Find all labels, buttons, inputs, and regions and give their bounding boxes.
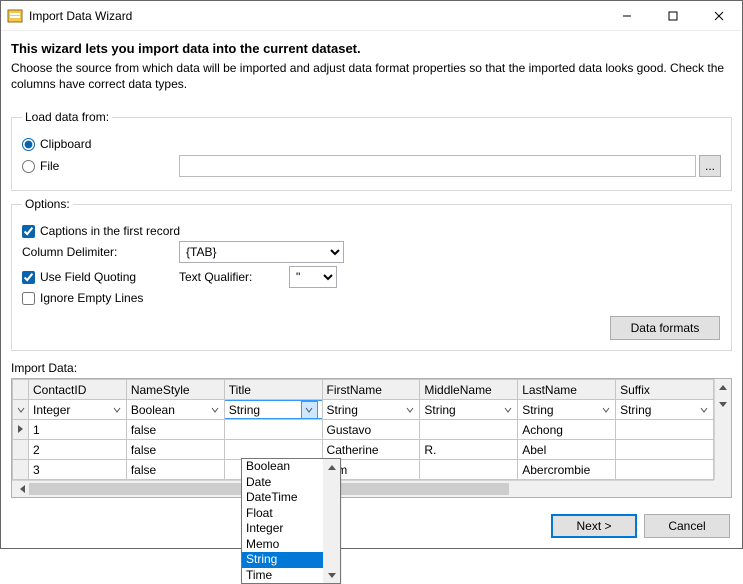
data-cell[interactable] [616,420,714,440]
check-captions-input[interactable] [22,225,35,238]
data-cell[interactable] [616,460,714,480]
column-header[interactable]: Suffix [616,380,714,400]
check-ignore-empty-label: Ignore Empty Lines [40,291,143,305]
check-quoting-input[interactable] [22,271,35,284]
load-data-group: Load data from: Clipboard File ... [11,110,732,191]
options-legend: Options: [22,197,73,211]
column-header[interactable]: LastName [518,380,616,400]
data-cell[interactable]: Achong [518,420,616,440]
check-quoting-label: Use Field Quoting [40,270,136,284]
window-title: Import Data Wizard [29,9,604,23]
data-cell[interactable] [224,440,322,460]
load-data-legend: Load data from: [22,110,112,124]
wizard-heading: This wizard lets you import data into th… [1,31,742,104]
type-select[interactable]: Boolean [127,400,224,419]
type-dropdown[interactable]: BooleanDateDateTimeFloatIntegerMemoStrin… [241,458,341,584]
row-indicator [13,400,29,420]
dropdown-scroll-down-icon[interactable] [323,567,340,583]
type-select[interactable]: String [518,400,615,419]
type-select[interactable]: String [616,400,713,419]
maximize-button[interactable] [650,1,696,31]
text-qualifier-label: Text Qualifier: [179,270,289,284]
data-cell[interactable]: Abercrombie [518,460,616,480]
app-icon [7,8,23,24]
next-button[interactable]: Next > [551,514,637,538]
radio-file-input[interactable] [22,160,35,173]
column-header[interactable]: Title [224,380,322,400]
scroll-left-icon[interactable] [12,481,29,497]
row-indicator [13,460,29,480]
data-cell[interactable]: 2 [29,440,127,460]
type-select[interactable]: String [420,400,517,419]
data-formats-button[interactable]: Data formats [610,316,720,340]
row-indicator [13,440,29,460]
data-cell[interactable]: R. [420,440,518,460]
column-delimiter-select[interactable]: {TAB} [179,241,344,263]
type-select[interactable]: String [323,400,420,419]
row-indicator [13,420,29,440]
data-cell[interactable]: 3 [29,460,127,480]
column-header[interactable]: MiddleName [420,380,518,400]
titlebar: Import Data Wizard [1,1,742,31]
column-delimiter-label: Column Delimiter: [22,245,179,259]
data-cell[interactable]: Catherine [322,440,420,460]
radio-clipboard-label: Clipboard [40,137,91,151]
check-quoting[interactable]: Use Field Quoting [22,270,179,284]
grid-vscroll[interactable] [714,379,731,480]
check-ignore-empty-input[interactable] [22,292,35,305]
type-select[interactable]: Integer [29,400,126,419]
wizard-footer: Next > Cancel [1,504,742,548]
data-cell[interactable]: Abel [518,440,616,460]
data-cell[interactable]: false [126,420,224,440]
type-select[interactable]: String [224,400,322,419]
import-data-label: Import Data: [11,361,732,375]
check-captions[interactable]: Captions in the first record [22,224,721,238]
dropdown-scroll-up-icon[interactable] [323,459,340,475]
data-cell[interactable]: false [126,440,224,460]
column-header[interactable]: NameStyle [126,380,224,400]
data-cell[interactable] [420,420,518,440]
data-cell[interactable]: false [126,460,224,480]
minimize-button[interactable] [604,1,650,31]
column-header[interactable]: ContactID [29,380,127,400]
column-header[interactable]: FirstName [322,380,420,400]
import-data-grid: ContactIDNameStyleTitleFirstNameMiddleNa… [11,378,732,498]
scroll-up-icon[interactable] [715,379,731,396]
data-cell[interactable] [420,460,518,480]
scroll-down-icon[interactable] [715,396,731,413]
radio-file-label: File [40,159,59,173]
file-path-input[interactable] [179,155,696,177]
grid-hscroll[interactable] [12,480,731,497]
page-subtitle: Choose the source from which data will b… [11,60,732,102]
radio-clipboard-input[interactable] [22,138,35,151]
data-cell[interactable]: Gustavo [322,420,420,440]
data-cell[interactable] [224,420,322,440]
wizard-window: Import Data Wizard This wizard lets you … [0,0,743,549]
page-title: This wizard lets you import data into th… [11,41,732,56]
data-cell[interactable] [616,440,714,460]
cancel-button[interactable]: Cancel [644,514,730,538]
data-cell[interactable]: 1 [29,420,127,440]
check-ignore-empty[interactable]: Ignore Empty Lines [22,291,721,305]
close-button[interactable] [696,1,742,31]
check-captions-label: Captions in the first record [40,224,180,238]
options-group: Options: Captions in the first record Co… [11,197,732,351]
text-qualifier-select[interactable]: " [289,266,337,288]
radio-clipboard[interactable]: Clipboard [22,137,721,151]
radio-file[interactable]: File [22,159,179,173]
browse-button[interactable]: ... [699,155,721,177]
